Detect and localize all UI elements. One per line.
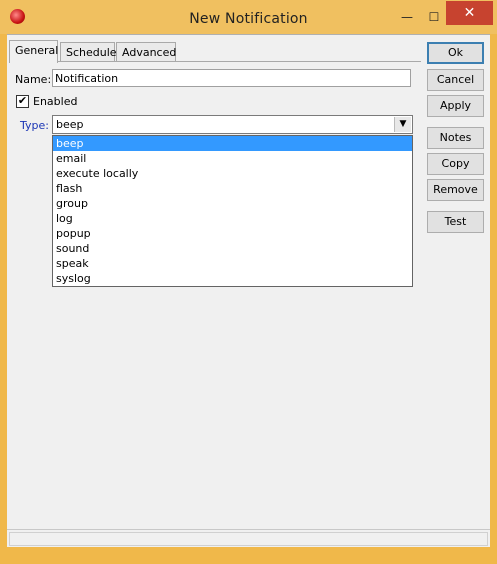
dropdown-option-flash[interactable]: flash	[53, 181, 412, 196]
name-label: Name:	[15, 73, 52, 86]
remove-button[interactable]: Remove	[427, 179, 484, 201]
dropdown-option-syslog[interactable]: syslog	[53, 271, 412, 286]
type-select-value: beep	[56, 118, 84, 131]
dropdown-option-log[interactable]: log	[53, 211, 412, 226]
minimize-button[interactable]: —	[396, 8, 418, 26]
copy-button[interactable]: Copy	[427, 153, 484, 175]
dialog-client-area: General Schedule Advanced Name: Notifica…	[7, 34, 490, 547]
type-select[interactable]: beep ▼	[52, 115, 413, 134]
cancel-button[interactable]: Cancel	[427, 69, 484, 91]
dropdown-option-sound[interactable]: sound	[53, 241, 412, 256]
enabled-label: Enabled	[33, 95, 78, 108]
dropdown-option-group[interactable]: group	[53, 196, 412, 211]
tab-general[interactable]: General	[9, 40, 58, 63]
chevron-down-icon[interactable]: ▼	[394, 117, 411, 132]
dropdown-option-email[interactable]: email	[53, 151, 412, 166]
ok-button[interactable]: Ok	[427, 42, 484, 64]
title-bar[interactable]: New Notification — ☐ ✕	[0, 0, 497, 34]
apply-button[interactable]: Apply	[427, 95, 484, 117]
dropdown-option-popup[interactable]: popup	[53, 226, 412, 241]
maximize-button[interactable]: ☐	[423, 8, 445, 26]
dropdown-option-beep[interactable]: beep	[53, 136, 412, 151]
status-bar	[7, 529, 490, 547]
notes-button[interactable]: Notes	[427, 127, 484, 149]
test-button[interactable]: Test	[427, 211, 484, 233]
name-input[interactable]: Notification	[52, 69, 411, 87]
tab-schedule[interactable]: Schedule	[60, 42, 117, 62]
type-dropdown-list: beep email execute locally flash group l…	[52, 135, 413, 287]
dropdown-option-execute-locally[interactable]: execute locally	[53, 166, 412, 181]
dropdown-option-speak[interactable]: speak	[53, 256, 412, 271]
status-pane	[9, 532, 488, 546]
close-button[interactable]: ✕	[446, 1, 493, 25]
tab-advanced[interactable]: Advanced	[116, 42, 176, 62]
type-label: Type:	[20, 119, 49, 132]
enabled-checkbox[interactable]: ✔	[16, 95, 29, 108]
